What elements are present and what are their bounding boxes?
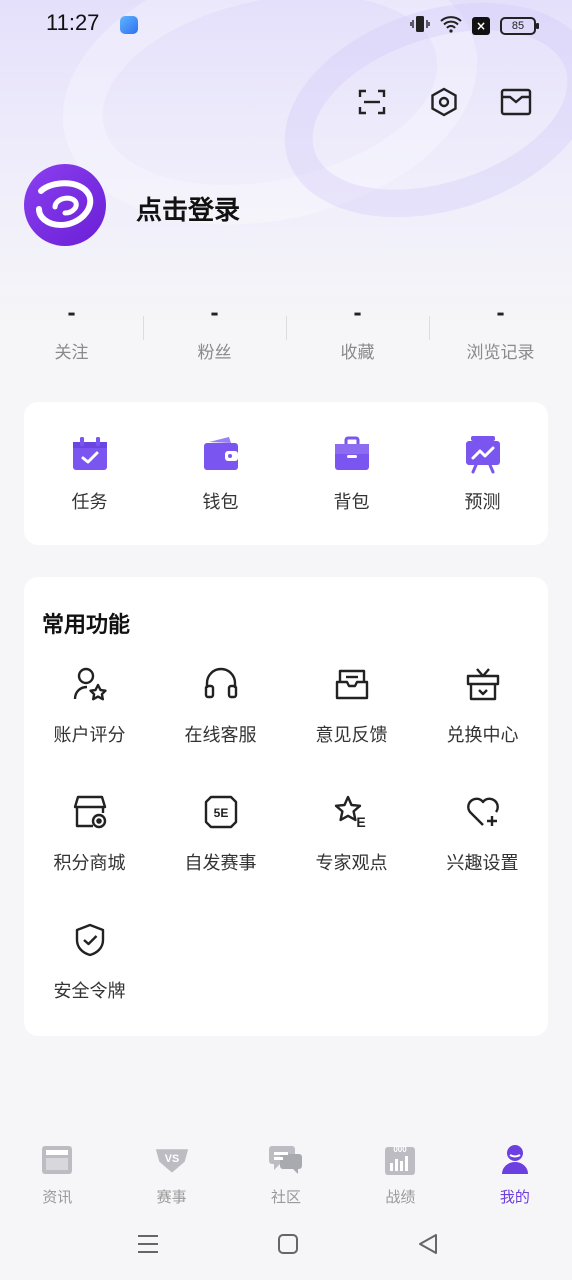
grid-item-expert-views[interactable]: E 专家观点 — [286, 793, 417, 921]
scan-icon[interactable] — [356, 86, 388, 118]
stat-value: - — [67, 301, 76, 325]
status-time: 11:27 — [46, 10, 100, 35]
chart-board-icon — [463, 434, 503, 474]
chat-icon — [268, 1142, 304, 1178]
vs-icon: VS — [154, 1142, 190, 1178]
profile-icon — [497, 1142, 533, 1178]
grid-item-label: 账户评分 — [53, 725, 126, 746]
tab-records[interactable]: 000 战绩 — [343, 1128, 457, 1214]
system-nav-bar — [0, 1218, 572, 1270]
login-link[interactable]: 点击登录 — [136, 190, 240, 227]
stat-label: 浏览记录 — [466, 343, 535, 363]
quick-item-label: 预测 — [464, 492, 501, 513]
quick-actions-card: 任务 钱包 背包 预测 — [24, 402, 548, 545]
5e-label: 5E — [213, 806, 228, 820]
heart-plus-icon — [464, 793, 502, 831]
star-e-letter: E — [356, 814, 365, 830]
quick-item-task[interactable]: 任务 — [24, 402, 155, 545]
grid-item-security-token[interactable]: 安全令牌 — [24, 921, 155, 1049]
stat-label: 粉丝 — [197, 343, 232, 363]
home-icon[interactable] — [276, 1232, 300, 1256]
tab-mine[interactable]: 我的 — [458, 1128, 572, 1214]
gift-box-icon — [464, 665, 502, 703]
top-actions — [356, 86, 532, 118]
grid-item-label: 安全令牌 — [53, 981, 126, 1002]
shield-check-icon — [71, 921, 109, 959]
bottom-nav: 资讯 VS 赛事 社区 000 战绩 我的 — [0, 1128, 572, 1214]
tab-label: 资讯 — [42, 1188, 73, 1206]
quick-item-bag[interactable]: 背包 — [286, 402, 417, 545]
5e-badge-icon: 5E — [202, 793, 240, 831]
star-e-icon: E — [333, 793, 371, 831]
grid-item-label: 意见反馈 — [315, 725, 388, 746]
shop-icon — [71, 793, 109, 831]
tab-label: 社区 — [271, 1188, 302, 1206]
stat-value: - — [496, 301, 505, 325]
inbox-icon — [333, 665, 371, 703]
tab-community[interactable]: 社区 — [229, 1128, 343, 1214]
grid-item-feedback[interactable]: 意见反馈 — [286, 665, 417, 793]
quick-item-predict[interactable]: 预测 — [417, 402, 548, 545]
tab-label: 我的 — [499, 1188, 530, 1206]
app-notification-icon — [120, 16, 138, 34]
grid-item-label: 专家观点 — [315, 853, 388, 874]
settings-hex-icon[interactable] — [428, 86, 460, 118]
calendar-check-icon — [70, 434, 110, 474]
menu-icon[interactable] — [136, 1232, 160, 1256]
no-sim-icon: × — [472, 17, 490, 35]
profile-stats: - 关注 - 粉丝 - 收藏 - 浏览记录 — [0, 298, 572, 368]
user-star-icon — [71, 665, 109, 703]
stat-history[interactable]: - 浏览记录 — [429, 298, 572, 368]
news-icon — [39, 1142, 75, 1178]
vs-label: VS — [164, 1153, 178, 1165]
vibrate-icon — [410, 14, 430, 38]
tab-label: 战绩 — [385, 1188, 416, 1206]
headset-icon — [202, 665, 240, 703]
grid-item-label: 在线客服 — [184, 725, 257, 746]
grid-item-self-events[interactable]: 5E 自发赛事 — [155, 793, 286, 921]
common-functions-card: 常用功能 账户评分 在线客服 意见反馈 兑换中心 积分商城 5E 自发赛事 E … — [24, 577, 548, 1036]
tab-label: 赛事 — [156, 1188, 187, 1206]
stat-label: 关注 — [54, 343, 89, 363]
battery-indicator: 85 — [500, 17, 539, 35]
quick-item-wallet[interactable]: 钱包 — [155, 402, 286, 545]
avatar[interactable] — [24, 164, 106, 246]
stat-following[interactable]: - 关注 — [0, 298, 143, 368]
quick-item-label: 钱包 — [202, 492, 239, 513]
stat-fans[interactable]: - 粉丝 — [143, 298, 286, 368]
stats-icon: 000 — [382, 1142, 418, 1178]
quick-item-label: 任务 — [71, 492, 108, 513]
quick-item-label: 背包 — [333, 492, 370, 513]
back-icon[interactable] — [416, 1232, 440, 1256]
bag-icon — [332, 434, 372, 474]
grid-item-label: 自发赛事 — [184, 853, 257, 874]
status-bar: 11:27 × 85 — [0, 0, 572, 50]
grid-item-account-rating[interactable]: 账户评分 — [24, 665, 155, 793]
section-title: 常用功能 — [42, 613, 131, 638]
message-icon[interactable] — [500, 86, 532, 118]
stat-value: - — [210, 301, 219, 325]
grid-item-interest-settings[interactable]: 兴趣设置 — [417, 793, 548, 921]
grid-item-label: 兑换中心 — [446, 725, 519, 746]
wallet-icon — [201, 434, 241, 474]
stats-digits: 000 — [394, 1145, 408, 1154]
stat-label: 收藏 — [340, 343, 375, 363]
grid-item-exchange-center[interactable]: 兑换中心 — [417, 665, 548, 793]
grid-item-label: 兴趣设置 — [446, 853, 519, 874]
stat-favorites[interactable]: - 收藏 — [286, 298, 429, 368]
grid-item-customer-service[interactable]: 在线客服 — [155, 665, 286, 793]
tab-news[interactable]: 资讯 — [0, 1128, 114, 1214]
wifi-icon — [440, 15, 462, 37]
common-functions-grid: 账户评分 在线客服 意见反馈 兑换中心 积分商城 5E 自发赛事 E 专家观点 … — [24, 665, 548, 1049]
grid-item-label: 积分商城 — [53, 853, 126, 874]
stat-value: - — [353, 301, 362, 325]
grid-item-points-mall[interactable]: 积分商城 — [24, 793, 155, 921]
tab-matches[interactable]: VS 赛事 — [114, 1128, 228, 1214]
